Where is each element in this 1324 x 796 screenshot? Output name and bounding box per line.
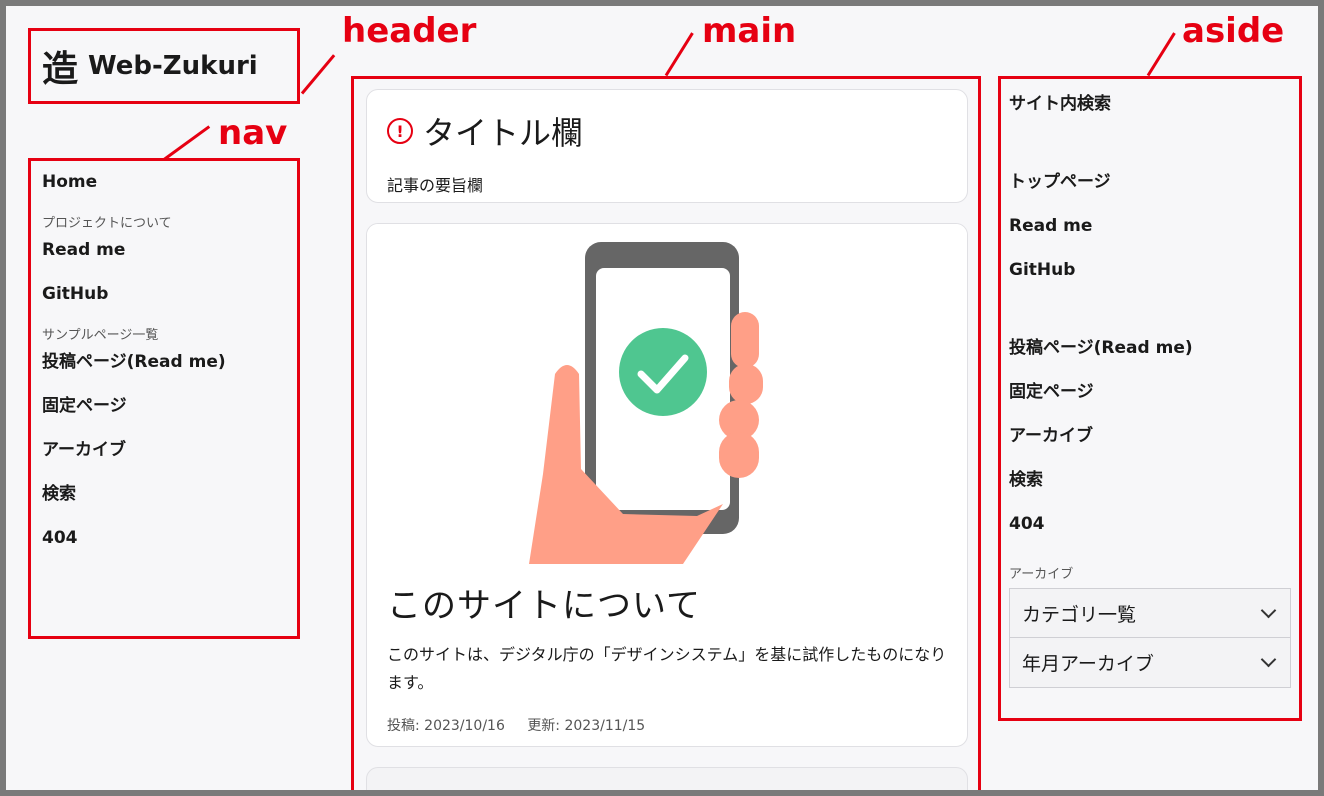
aside-item-archive[interactable]: アーカイブ: [1009, 425, 1291, 447]
category-select-label: カテゴリ一覧: [1022, 603, 1137, 626]
annotation-nav: nav: [218, 113, 288, 153]
aside-item-top[interactable]: トップページ: [1009, 171, 1291, 193]
chevron-down-icon: [1260, 602, 1277, 618]
phone-check-illustration: [529, 242, 763, 564]
nav-group-label-samples: サンプルページ一覧: [42, 328, 159, 343]
article-meta: 投稿: 2023/10/16 更新: 2023/11/15: [387, 715, 947, 735]
annotation-aside: aside: [1182, 11, 1285, 51]
article-hero-image: [367, 224, 967, 564]
annotation-leader-nav: [163, 125, 211, 161]
nav-item-github[interactable]: GitHub: [42, 283, 297, 305]
category-select[interactable]: カテゴリ一覧: [1009, 588, 1291, 638]
chevron-down-icon: [1260, 651, 1277, 668]
nav-item-search[interactable]: 検索: [42, 483, 297, 505]
site-search-heading: サイト内検索: [1009, 94, 1111, 114]
title-card: ! タイトル欄 記事の要旨欄: [366, 89, 968, 203]
next-article-card[interactable]: [366, 767, 968, 790]
main-content: ! タイトル欄 記事の要旨欄 このサイトについて このサイトは、デジタル庁の「デ…: [351, 76, 981, 790]
site-header[interactable]: 造 Web-Zukuri: [28, 28, 300, 104]
nav-item-post-page[interactable]: 投稿ページ(Read me): [42, 351, 297, 373]
nav-item-fixed-page[interactable]: 固定ページ: [42, 395, 297, 417]
nav-item-archive[interactable]: アーカイブ: [42, 439, 297, 461]
nav-item-readme[interactable]: Read me: [42, 239, 297, 261]
article-card[interactable]: このサイトについて このサイトは、デジタル庁の「デザインシステム」を基に試作した…: [366, 223, 968, 747]
side-nav: Home プロジェクトについて Read me GitHub サンプルページ一覧…: [28, 158, 300, 639]
page-title: タイトル欄: [423, 114, 584, 152]
month-archive-select-label: 年月アーカイブ: [1022, 653, 1154, 675]
month-archive-select[interactable]: 年月アーカイブ: [1009, 638, 1291, 688]
nav-item-home[interactable]: Home: [42, 171, 297, 193]
annotation-leader-main: [664, 32, 694, 77]
aside-item-github[interactable]: GitHub: [1009, 259, 1291, 281]
annotation-main: main: [702, 11, 797, 51]
aside-sidebar: サイト内検索 トップページ Read me GitHub 投稿ページ(Read …: [998, 76, 1302, 721]
archive-label: アーカイブ: [1009, 567, 1074, 582]
logo-mark: 造: [42, 48, 79, 90]
page: 造 Web-Zukuri Home プロジェクトについて Read me Git…: [6, 6, 1318, 790]
aside-item-post-page[interactable]: 投稿ページ(Read me): [1009, 337, 1291, 359]
aside-item-readme[interactable]: Read me: [1009, 215, 1291, 237]
aside-item-fixed-page[interactable]: 固定ページ: [1009, 381, 1291, 403]
nav-group-label-project: プロジェクトについて: [42, 216, 172, 231]
nav-item-404[interactable]: 404: [42, 527, 297, 549]
posted-date: 投稿: 2023/10/16: [387, 718, 505, 734]
article-description: このサイトは、デジタル庁の「デザインシステム」を基に試作したものになります。: [387, 645, 947, 692]
alert-circle-icon: !: [387, 118, 413, 144]
aside-item-search[interactable]: 検索: [1009, 469, 1291, 491]
annotation-leader-header: [300, 54, 336, 95]
page-summary: 記事の要旨欄: [387, 176, 484, 195]
site-name: Web-Zukuri: [88, 51, 258, 81]
aside-item-404[interactable]: 404: [1009, 513, 1291, 535]
annotation-leader-aside: [1146, 32, 1176, 77]
updated-date: 更新: 2023/11/15: [527, 718, 646, 734]
annotation-header: header: [342, 11, 477, 51]
article-title: このサイトについて: [387, 586, 701, 626]
